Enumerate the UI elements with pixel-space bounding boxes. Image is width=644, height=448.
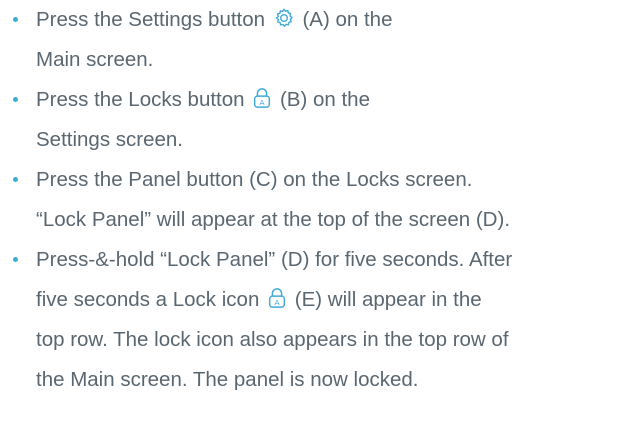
step-text: (A) on the [302,8,393,31]
step-line: Main screen. [36,40,644,80]
bullet [13,97,18,102]
settings-gear-icon [273,7,295,29]
step-line: “Lock Panel” will appear at the top of t… [36,200,644,240]
svg-text:A: A [260,98,265,107]
step-text: (E) will appear in the [294,288,482,311]
step-text: Settings screen. [36,128,183,151]
step-line: Press the Panel button (C) on the Locks … [36,160,644,200]
instruction-list: Press the Settings button (A) on the Mai… [0,0,644,400]
step-settings: Press the Settings button (A) on the Mai… [0,0,644,80]
step-line: the Main screen. The panel is now locked… [36,360,644,400]
step-text: Press the Panel button (C) on the Locks … [36,168,473,191]
step-lock-panel: Press-&-hold “Lock Panel” (D) for five s… [0,240,644,400]
step-text: Main screen. [36,48,154,71]
step-line: Settings screen. [36,120,644,160]
bullet [13,257,18,262]
bullet [13,17,18,22]
step-text: Press-&-hold “Lock Panel” (D) for five s… [36,248,513,271]
step-text: five seconds a Lock icon [36,288,260,311]
svg-text:A: A [275,298,280,307]
step-text: top row. The lock icon also appears in t… [36,328,509,351]
step-text: Press the Locks button [36,88,245,111]
step-line: five seconds a Lock icon A (E) will appe… [36,280,644,320]
step-locks: Press the Locks button A (B) on the Sett… [0,80,644,160]
lock-icon: A [267,287,287,309]
step-line: Press the Locks button A (B) on the [36,80,644,120]
step-text: the Main screen. The panel is now locked… [36,368,419,391]
step-line: Press-&-hold “Lock Panel” (D) for five s… [36,240,644,280]
step-text: Press the Settings button [36,8,266,31]
step-panel: Press the Panel button (C) on the Locks … [0,160,644,240]
lock-icon: A [252,87,272,109]
bullet [13,177,18,182]
step-text: (B) on the [279,88,370,111]
step-line: top row. The lock icon also appears in t… [36,320,644,360]
step-text: “Lock Panel” will appear at the top of t… [36,208,511,231]
step-line: Press the Settings button (A) on the [36,0,644,40]
